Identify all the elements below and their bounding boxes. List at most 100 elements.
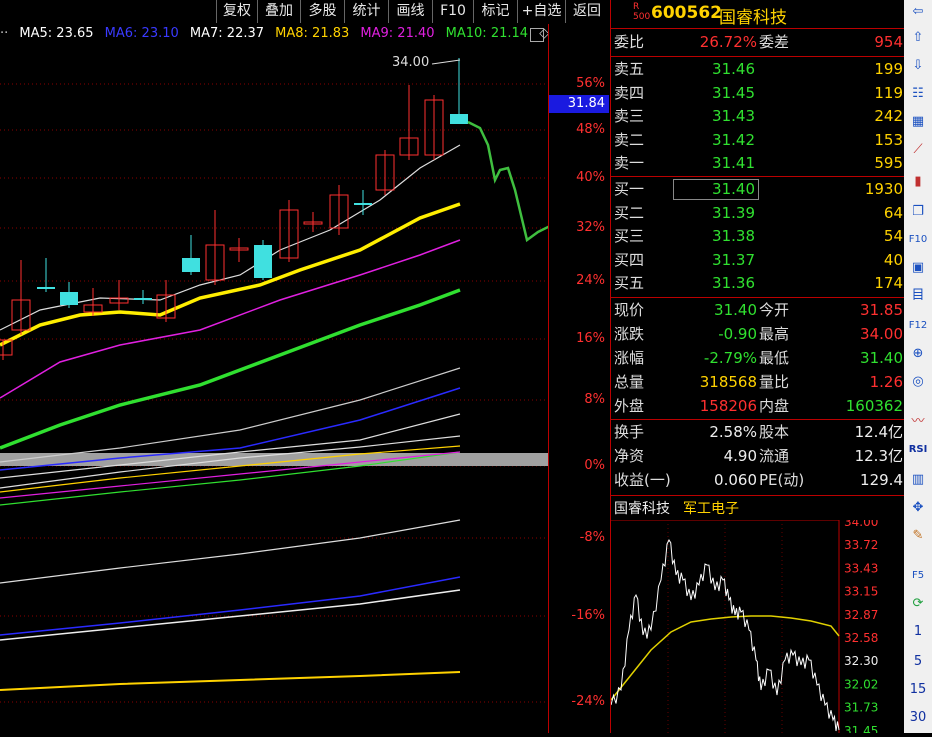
mini-price-label: 31.45 [844, 724, 878, 733]
buy-row[interactable]: 买二 31.39 64 [611, 202, 905, 225]
kline-icon[interactable]: ▮ [908, 172, 928, 192]
period-15[interactable]: 15 [904, 682, 932, 697]
btn-diejia[interactable]: 叠加 [257, 0, 300, 23]
sell-volume: 199 [874, 60, 903, 78]
quote-value2: 34.00 [860, 325, 903, 343]
weibi-row: 委比 26.72% 委差 954 [611, 31, 905, 54]
notes-icon[interactable]: 目 [908, 286, 928, 306]
quote-label: 涨幅 [614, 349, 645, 367]
axis-pct-label: 16% [576, 331, 605, 346]
buy-price: 31.38 [712, 227, 755, 246]
mini-price-label: 32.30 [844, 654, 878, 668]
stock-name: 国睿科技 [719, 8, 787, 28]
ma-line [0, 671, 461, 691]
capital-flow-icon[interactable]: ⊕ [908, 344, 928, 364]
sell-row[interactable]: 卖二 31.42 153 [611, 129, 905, 152]
btn-f10[interactable]: F10 [432, 0, 473, 23]
btn-huaxian[interactable]: 画线 [388, 0, 432, 23]
quote-value2: 160362 [845, 397, 903, 415]
btn-fuquan[interactable]: 复权 [216, 0, 257, 23]
weibi-label: 委比 [614, 33, 645, 51]
fund-label: 换手 [614, 423, 645, 441]
buy-row[interactable]: 买四 31.37 40 [611, 249, 905, 272]
sell-book: 卖五 31.46 199 卖四 31.45 119 卖三 31.43 242 卖二 31.42 153… [611, 58, 905, 176]
arrow-down-icon[interactable]: ⇩ [908, 56, 928, 76]
quote-stats: 现价 31.40 今开 31.85 涨跌 -0.90 最高 34.00 涨幅 -2.79% 最低 31… [611, 299, 905, 419]
axis-pct-label: 0% [584, 458, 605, 473]
sell-price: 31.42 [712, 130, 755, 149]
high-price-label: 34.00 [392, 55, 430, 70]
arrow-up-icon[interactable]: ⇧ [908, 28, 928, 48]
quote-row: 现价 31.40 今开 31.85 [611, 299, 905, 322]
sell-row[interactable]: 卖五 31.46 199 [611, 58, 905, 81]
indicator-icon[interactable]: 〰 [908, 412, 928, 432]
fund-value2: 129.4 [860, 471, 903, 489]
sell-price: 31.46 [712, 60, 755, 78]
rsi-icon[interactable]: RSI [908, 440, 928, 460]
bar-chart-icon[interactable]: ▥ [908, 470, 928, 490]
stock-code: 600562 [651, 3, 722, 23]
buy-row[interactable]: 买三 31.38 54 [611, 225, 905, 248]
candle-body [60, 292, 78, 305]
mini-price-label: 32.87 [844, 608, 878, 622]
sell-price: 31.41 [712, 154, 755, 173]
fund-label2: PE(动) [759, 471, 805, 489]
sell-label: 卖二 [614, 130, 645, 149]
side-toolbar: ⇦ ⇧ ⇩ ☷ ▦ ⟋ ▮ ❐ F10 ▣ 目 F12 ⊕ ◎ 〰 RSI ▥ … [904, 0, 932, 733]
sell-label: 卖一 [614, 154, 645, 173]
circle-icon[interactable]: ◎ [908, 372, 928, 392]
candle-body [354, 203, 372, 205]
f12-icon[interactable]: F12 [908, 316, 928, 336]
btn-fanhui[interactable]: 返回 [565, 0, 608, 23]
axis-pct-label: 8% [584, 392, 605, 407]
f5-icon[interactable]: F5 [908, 566, 928, 586]
ma10-label: MA10: 21.14 [445, 26, 529, 41]
mini-chart-header: 国睿科技 军工电子 [611, 498, 905, 520]
quote-value2: 1.26 [869, 373, 903, 391]
sell-volume: 119 [874, 83, 903, 102]
kline-chart[interactable] [0, 0, 548, 733]
quote-value2: 31.40 [860, 349, 903, 367]
intraday-svg: 34.00 33.72 33.43 33.15 32.87 32.58 32.30 32.02… [610, 515, 878, 737]
intraday-mini-chart[interactable]: 34.00 33.72 33.43 33.15 32.87 32.58 32.30 32.02… [610, 515, 905, 737]
mini-sector-name[interactable]: 军工电子 [683, 498, 739, 520]
buy-price: 31.40 [712, 180, 755, 198]
period-1[interactable]: 1 [904, 624, 932, 639]
period-5[interactable]: 5 [904, 654, 932, 669]
axis-pct-label: 48% [576, 122, 605, 137]
table-icon[interactable]: ▦ [908, 112, 928, 132]
line-chart-icon[interactable]: ⟋ [908, 140, 928, 160]
fund-value2: 12.3亿 [854, 447, 903, 465]
period-30[interactable]: 30 [904, 710, 932, 725]
high-arrow [431, 59, 461, 65]
btn-biaoji[interactable]: 标记 [473, 0, 517, 23]
axis-pct-label: 32% [576, 220, 605, 235]
top-toolbar: 复权 叠加 多股 统计 画线 F10 标记 +自选 返回 [0, 0, 608, 24]
quote-label2: 最高 [759, 325, 790, 343]
btn-zixuan[interactable]: +自选 [517, 0, 565, 23]
quote-row: 涨跌 -0.90 最高 34.00 [611, 323, 905, 346]
sell-row[interactable]: 卖一 31.41 595 [611, 152, 905, 175]
fund-row: 净资 4.90 流通 12.3亿 [611, 445, 905, 468]
buy-row[interactable]: 买五 31.36 174 [611, 272, 905, 295]
refresh-icon[interactable]: ⟳ [908, 594, 928, 614]
pages-icon[interactable]: ❐ [908, 202, 928, 222]
sell-row[interactable]: 卖四 31.45 119 [611, 82, 905, 105]
sell-row[interactable]: 卖三 31.43 242 [611, 105, 905, 128]
ma-checkbox[interactable] [530, 28, 544, 42]
btn-duogu[interactable]: 多股 [300, 0, 344, 23]
f10-icon[interactable]: F10 [908, 230, 928, 250]
ma-line [0, 367, 461, 463]
buy-row[interactable]: 买一 31.40 1930 [611, 178, 905, 201]
image-icon[interactable]: ▣ [908, 258, 928, 278]
badge-num: 500 [633, 12, 651, 22]
move-icon[interactable]: ✥ [908, 498, 928, 518]
mini-stock-name[interactable]: 国睿科技 [614, 498, 670, 520]
sell-volume: 595 [874, 154, 903, 173]
sell-label: 卖五 [614, 60, 645, 78]
list-icon[interactable]: ☷ [908, 84, 928, 104]
btn-tongji[interactable]: 统计 [344, 0, 388, 23]
candle-body [182, 258, 200, 272]
arrow-left-icon[interactable]: ⇦ [908, 2, 928, 22]
pencil-icon[interactable]: ✎ [908, 526, 928, 546]
